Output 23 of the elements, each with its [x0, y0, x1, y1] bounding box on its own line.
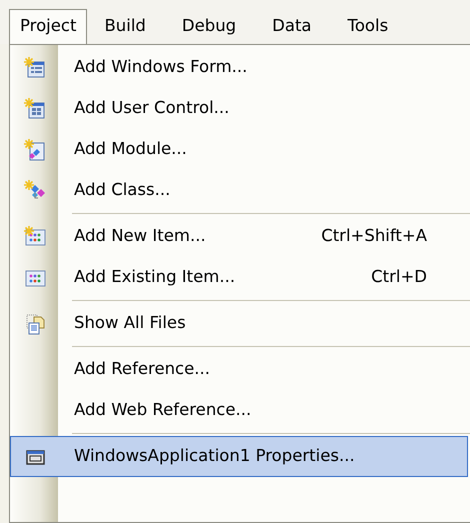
- menu-item[interactable]: Add Web Reference...: [10, 390, 468, 431]
- menu-item[interactable]: Add User Control...: [10, 88, 468, 129]
- menu-item[interactable]: Show All Files: [10, 303, 468, 344]
- menu-item[interactable]: Add Module...: [10, 129, 468, 170]
- menu-bar-item[interactable]: Build: [93, 9, 157, 44]
- menu-bar-item[interactable]: Debug: [170, 9, 248, 44]
- new-form-icon: [24, 56, 46, 78]
- menu-item[interactable]: Add Existing Item... Ctrl+D: [10, 257, 468, 298]
- menu-item[interactable]: Add Windows Form...: [10, 47, 468, 88]
- new-item-icon: [24, 226, 46, 248]
- shortcut-text: Ctrl+D: [370, 266, 427, 288]
- show-files-icon: [24, 312, 46, 334]
- menu-item[interactable]: Add New Item... Ctrl+Shift+A: [10, 216, 468, 257]
- new-class-icon: [24, 180, 46, 202]
- menu-item[interactable]: Add Reference...: [10, 349, 468, 390]
- menu-item[interactable]: WindowsApplication1 Properties...: [10, 436, 468, 477]
- new-control-icon: [24, 98, 46, 120]
- menu-bar-item[interactable]: Project: [9, 9, 88, 44]
- shortcut-text: Ctrl+Shift+A: [320, 225, 427, 248]
- menu-bar-item[interactable]: Tools: [336, 9, 400, 44]
- menu-bar-item[interactable]: Data: [261, 9, 323, 44]
- new-module-icon: [24, 138, 46, 160]
- menu-item[interactable]: Add Class...: [10, 170, 468, 211]
